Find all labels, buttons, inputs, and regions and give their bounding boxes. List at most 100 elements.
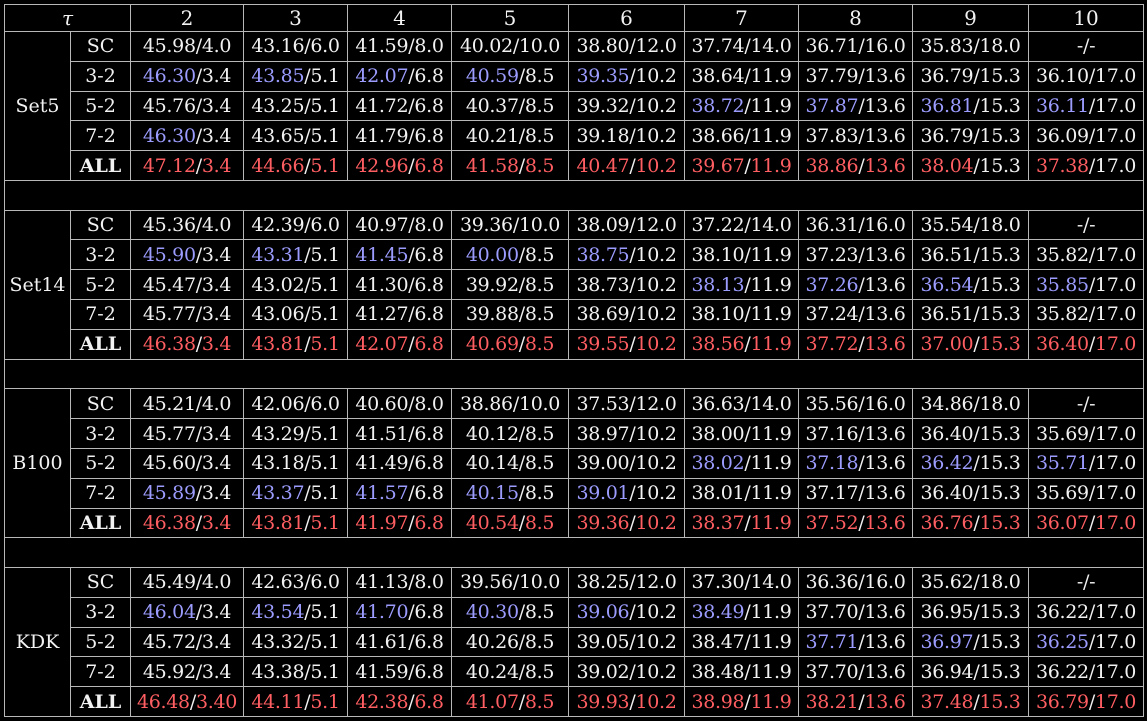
ratio-value: 6.8: [414, 511, 444, 534]
ratio-value: 15.3: [979, 154, 1021, 177]
psnr-value: 35.71: [1035, 452, 1089, 475]
ratio-value: 11.9: [750, 124, 792, 147]
ratio-value: 12.0: [635, 392, 677, 415]
ratio-value: 3.4: [201, 303, 232, 326]
ratio-value: 17.0: [1094, 422, 1137, 445]
ratio-value: 13.6: [864, 243, 906, 266]
result-cell: 38.64/11.9: [684, 60, 800, 92]
result-cell: 36.40/17.0: [1028, 328, 1145, 360]
psnr-value: 41.70: [355, 601, 409, 624]
psnr-value: 37.00: [920, 333, 974, 356]
result-cell: 40.97/8.0: [347, 209, 453, 241]
dataset-name-cell: KDK: [4, 567, 71, 717]
ratio-value: 11.9: [750, 422, 792, 445]
result-cell: 47.12/3.4: [130, 150, 245, 181]
result-cell: 36.40/15.3: [912, 477, 1030, 509]
psnr-value: 43.06: [251, 303, 305, 326]
table-row: 5-2 45.72/3.4 43.32/5.1 41.61/6.8 40.26/8.5 3…: [5, 626, 1145, 658]
result-cell: 44.11/5.1: [243, 686, 349, 717]
psnr-value: 41.49: [355, 452, 409, 475]
result-cell: 37.38/17.0: [1028, 150, 1145, 181]
ratio-value: 10.2: [635, 690, 677, 713]
ratio-value: 12.0: [635, 214, 677, 237]
result-cell: 45.76/3.4: [130, 90, 245, 122]
ratio-value: 8.5: [524, 601, 555, 624]
table-row: 5-2 45.47/3.4 43.02/5.1 41.30/6.8 39.92/8.5 3…: [5, 269, 1145, 301]
psnr-value: 45.89: [142, 482, 196, 505]
psnr-value: 40.02: [459, 35, 513, 58]
result-cell: 38.25/12.0: [568, 567, 686, 598]
psnr-value: 45.49: [142, 571, 196, 594]
ratio-value: 16.0: [864, 35, 906, 58]
ratio-value: 5.1: [310, 631, 340, 654]
result-cell: 38.47/11.9: [684, 626, 800, 658]
psnr-value: 35.83: [920, 35, 974, 58]
psnr-value: 34.86: [920, 392, 974, 415]
result-cell: 39.02/10.2: [568, 656, 686, 688]
result-cell: 36.09/17.0: [1028, 120, 1145, 152]
psnr-value: 43.31: [251, 243, 305, 266]
psnr-value: 43.81: [251, 333, 305, 356]
psnr-value: 45.98: [142, 35, 196, 58]
ratio-value: 6.8: [414, 124, 444, 147]
ratio-value: 11.9: [750, 601, 792, 624]
result-cell: 40.15/8.5: [451, 477, 570, 509]
psnr-value: 37.17: [805, 482, 859, 505]
ratio-value: 8.5: [524, 273, 555, 296]
psnr-value: 43.18: [251, 452, 305, 475]
dataset-name-cell: Set14: [4, 209, 71, 360]
psnr-value: 36.97: [920, 631, 974, 654]
result-cell: 43.02/5.1: [243, 269, 349, 301]
ratio-value: 17.0: [1094, 94, 1137, 117]
ratio-value: 6.8: [414, 273, 444, 296]
tau-column-header: 4: [347, 4, 453, 32]
result-cell: 40.26/8.5: [451, 626, 570, 658]
ratio-value: 5.1: [310, 601, 340, 624]
result-cell: 39.18/10.2: [568, 120, 686, 152]
tau-header: τ: [3, 4, 132, 32]
ratio-value: 5.1: [310, 243, 340, 266]
result-cell: 46.30/3.4: [130, 60, 245, 92]
result-cell: 43.25/5.1: [243, 90, 349, 122]
psnr-value: 39.00: [576, 452, 630, 475]
psnr-value: 36.79: [920, 124, 974, 147]
ratio-value: 3.4: [201, 631, 232, 654]
result-cell: 46.48/3.40: [130, 686, 245, 717]
result-cell: 39.01/10.2: [568, 477, 686, 509]
table-row: 7-2 45.77/3.4 43.06/5.1 41.27/6.8 39.88/8.5 3…: [5, 299, 1145, 330]
result-cell: 39.92/8.5: [451, 269, 570, 301]
result-cell: 36.36/16.0: [798, 567, 914, 598]
psnr-value: 45.90: [142, 243, 196, 266]
result-cell: 40.54/8.5: [451, 507, 570, 539]
psnr-value: 36.63: [691, 392, 745, 415]
psnr-value: 38.21: [805, 690, 859, 713]
result-cell: 37.18/13.6: [798, 447, 914, 479]
result-cell: 35.56/16.0: [798, 388, 914, 420]
method-cell: 3-2: [69, 60, 132, 92]
ratio-value: 13.6: [864, 154, 906, 177]
result-cell: 35.71/17.0: [1028, 447, 1145, 479]
psnr-value: 40.15: [465, 482, 519, 505]
ratio-value: 15.3: [979, 94, 1021, 117]
tau-column-header: 5: [451, 4, 570, 32]
result-cell: 35.83/18.0: [912, 31, 1030, 62]
result-cell: 35.69/17.0: [1028, 477, 1145, 509]
result-cell: 36.07/17.0: [1028, 507, 1145, 539]
ratio-value: 4.0: [201, 35, 232, 58]
psnr-value: 38.86: [805, 154, 859, 177]
ratio-value: 6.8: [414, 422, 444, 445]
ratio-value: 6.8: [414, 333, 444, 356]
psnr-value: 35.69: [1035, 482, 1089, 505]
psnr-value: 37.83: [805, 124, 859, 147]
result-cell: 36.51/15.3: [912, 239, 1030, 271]
ratio-value: 11.9: [750, 65, 792, 88]
result-cell: 44.66/5.1: [243, 150, 349, 181]
psnr-value: 44.11: [251, 690, 305, 713]
result-cell: 41.13/8.0: [347, 567, 453, 598]
method-cell: 7-2: [69, 656, 132, 688]
psnr-value: 38.56: [691, 333, 745, 356]
result-cell: 40.00/8.5: [451, 239, 570, 271]
psnr-value: 42.96: [355, 154, 409, 177]
result-cell: 36.51/15.3: [912, 299, 1030, 330]
result-cell: 39.36/10.2: [568, 507, 686, 539]
